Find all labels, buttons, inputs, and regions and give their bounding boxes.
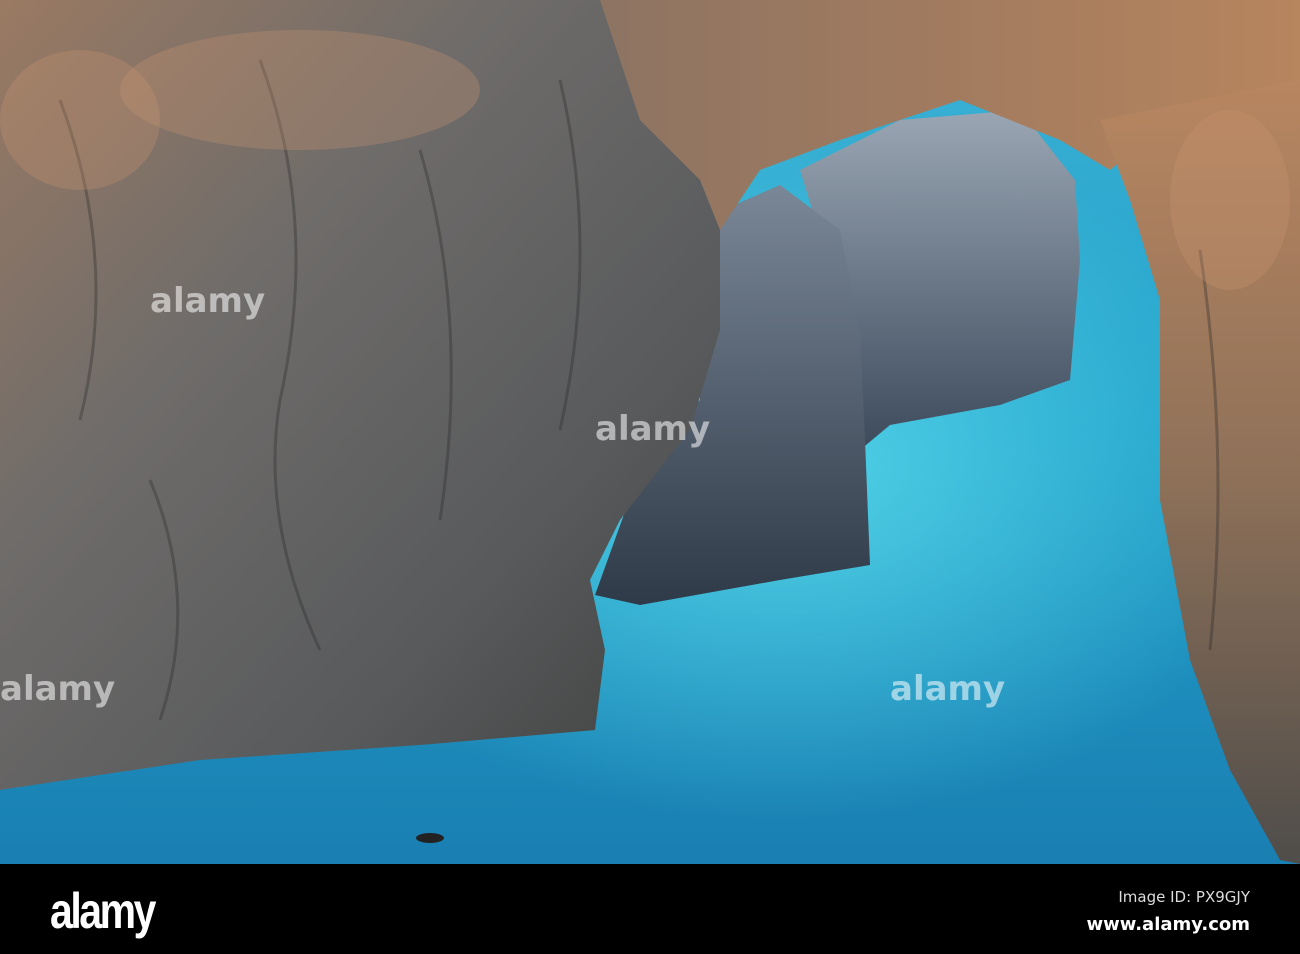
- website-link[interactable]: www.alamy.com: [1086, 914, 1250, 935]
- footer-bar: alamy Image ID: PX9GJY www.alamy.com: [0, 864, 1300, 954]
- svg-text:alamy: alamy: [0, 669, 115, 709]
- svg-text:alamy: alamy: [890, 669, 1005, 709]
- svg-text:alamy: alamy: [150, 281, 265, 321]
- image-id: Image ID: PX9GJY: [1118, 888, 1250, 906]
- svg-text:alamy: alamy: [595, 409, 710, 449]
- sea-arch-photo: alamy alamy alamy alamy: [0, 0, 1300, 864]
- alamy-logo[interactable]: alamy: [50, 882, 156, 940]
